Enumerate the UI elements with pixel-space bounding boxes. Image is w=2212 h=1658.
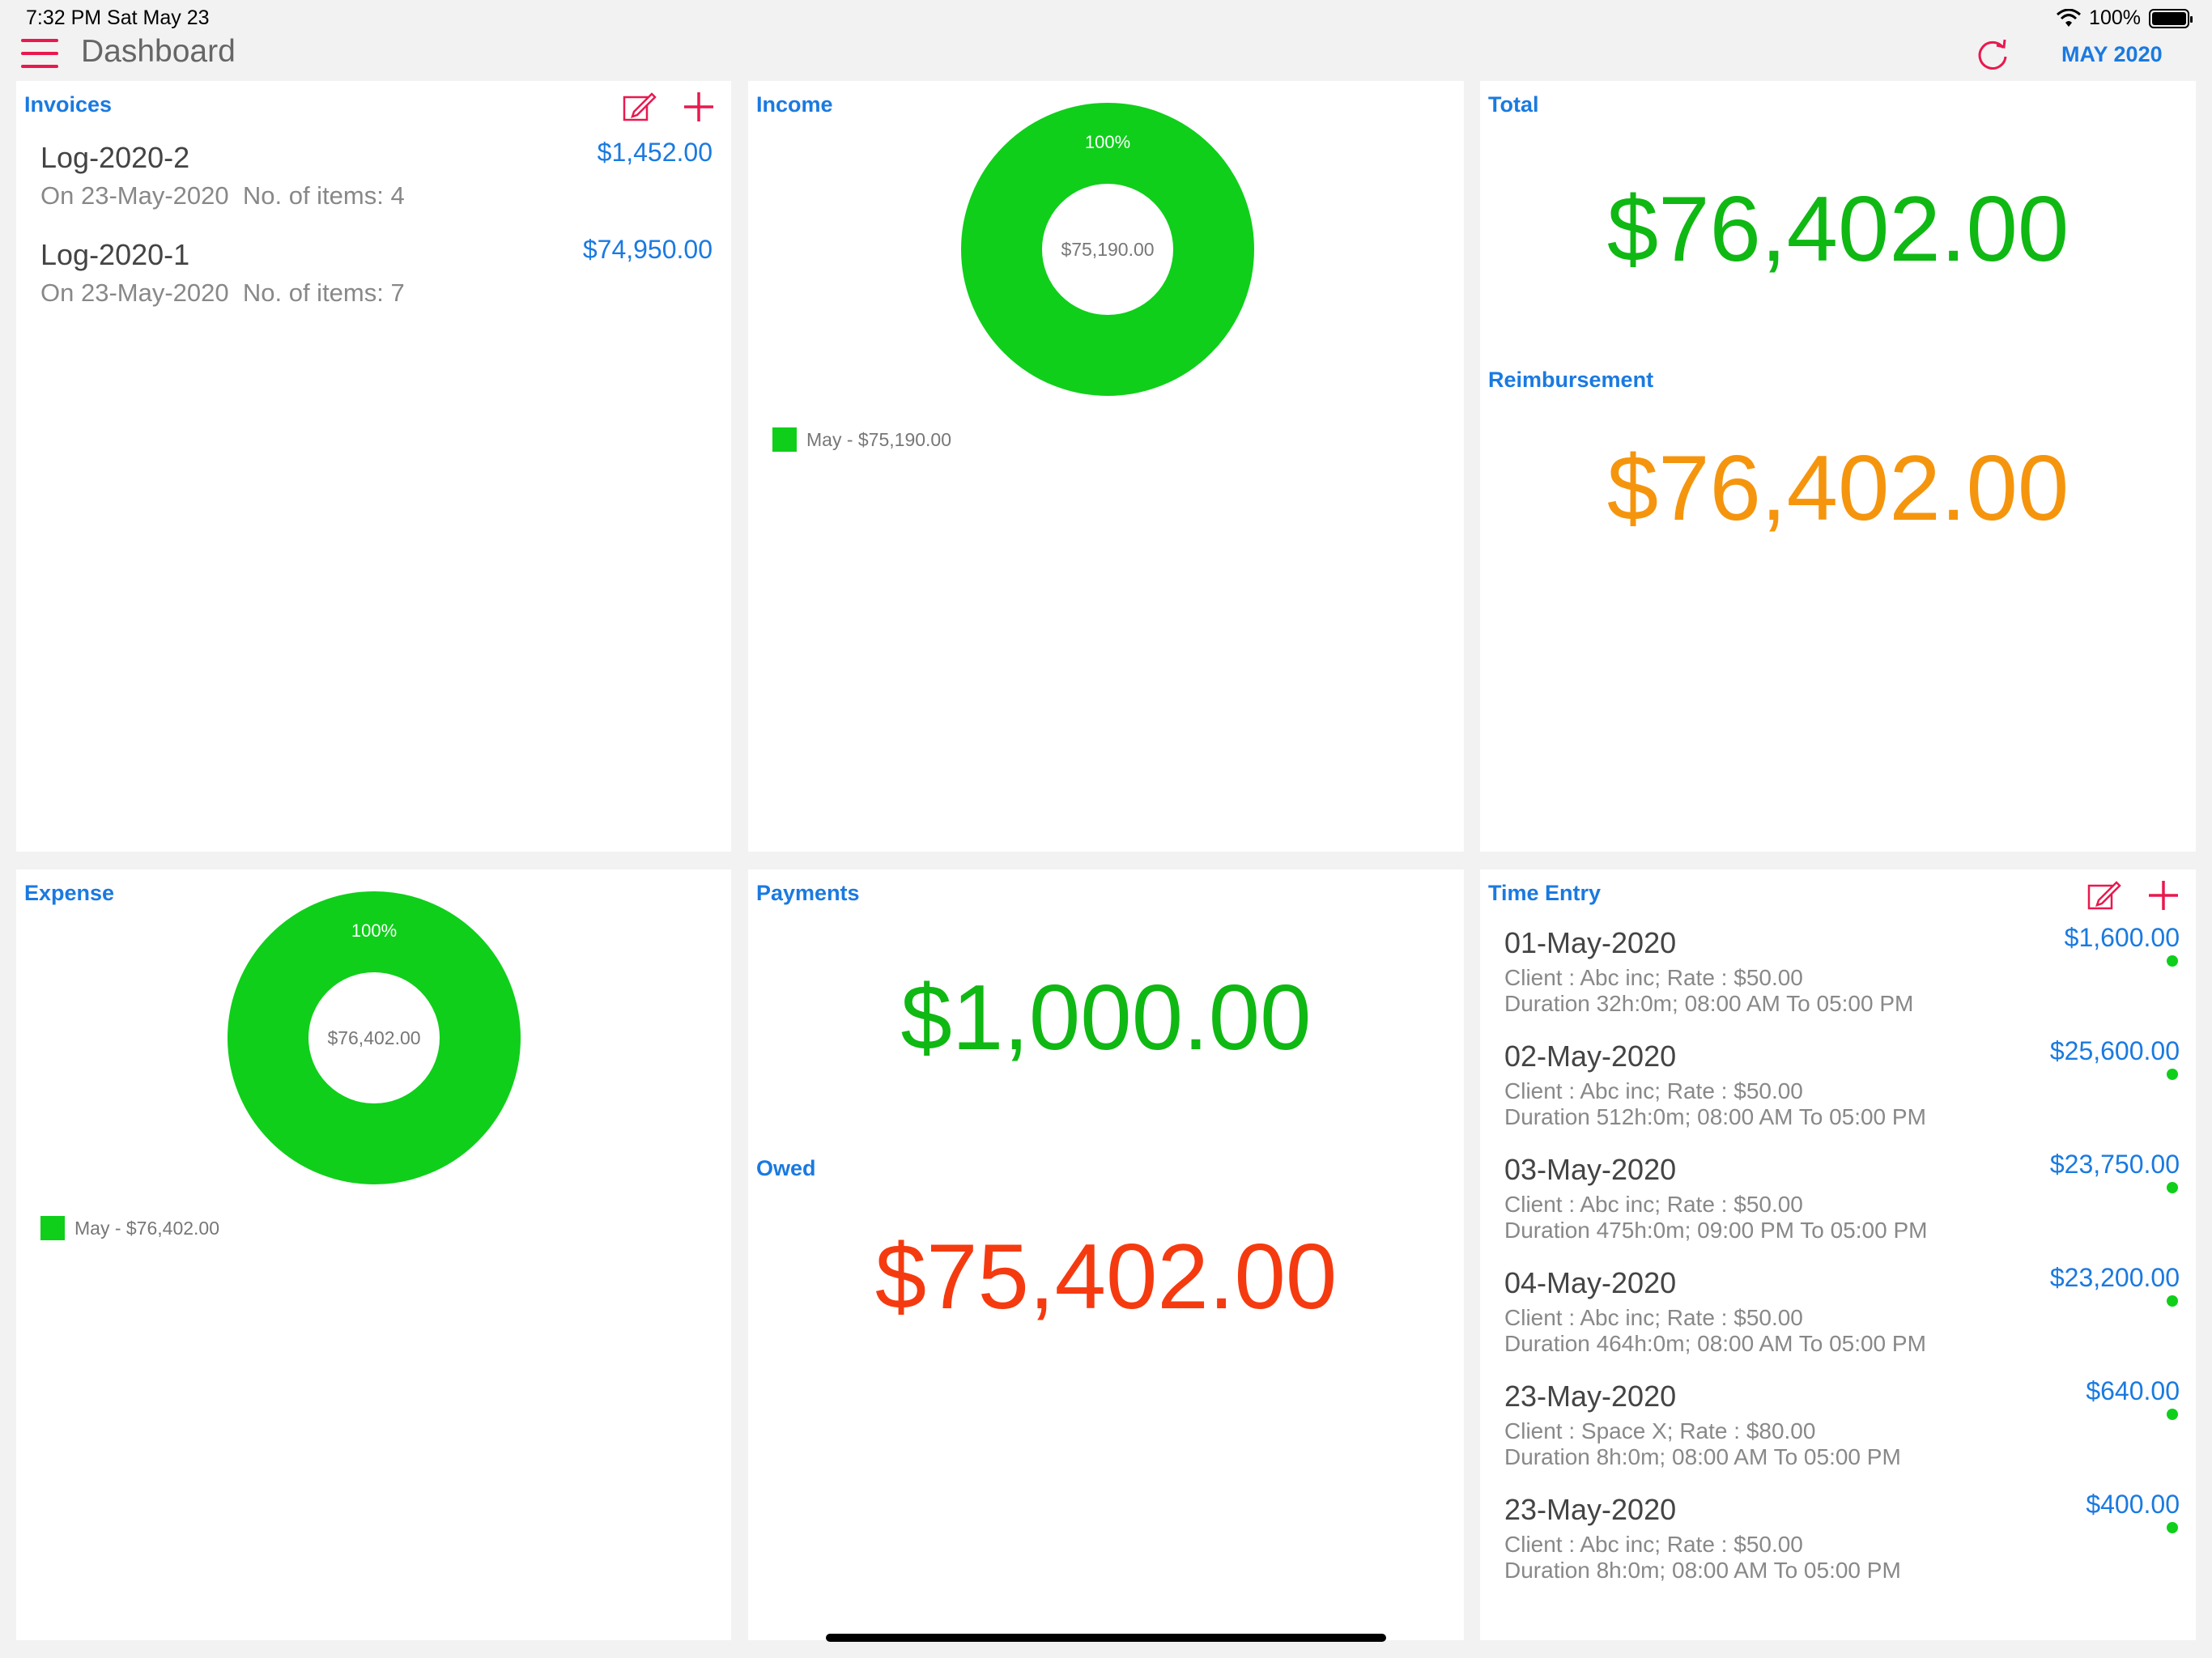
time-entry-date: 23-May-2020 (1504, 1380, 1677, 1413)
expense-donut-chart: 100% $76,402.00 (228, 891, 521, 1184)
edit-icon[interactable] (2086, 878, 2121, 913)
invoices-actions (621, 89, 717, 125)
page-title: Dashboard (81, 34, 236, 69)
payments-title: Payments (756, 881, 860, 905)
payments-panel: Payments $1,000.00 Owed $75,402.00 (748, 869, 1464, 1640)
battery-percent: 100% (2089, 6, 2141, 29)
status-dot (2167, 1295, 2178, 1307)
invoices-panel: Invoices Log-2020-2 On 23-May-2020 No. o… (16, 81, 731, 852)
income-center-label: $75,190.00 (1061, 239, 1154, 260)
time-entry-duration: Duration 8h:0m; 08:00 AM To 05:00 PM (1504, 1444, 1901, 1469)
payments-value: $1,000.00 (900, 967, 1312, 1069)
status-dot (2167, 1069, 2178, 1080)
owed-title: Owed (756, 1156, 816, 1180)
add-icon[interactable] (2146, 878, 2181, 913)
time-entry-amount: $400.00 (2086, 1490, 2180, 1519)
invoice-details: On 23-May-2020 No. of items: 4 (40, 181, 713, 210)
expense-percent-label: 100% (351, 920, 397, 941)
time-entry-duration: Duration 464h:0m; 08:00 AM To 05:00 PM (1504, 1331, 1926, 1356)
expense-center-label: $76,402.00 (327, 1027, 420, 1048)
time-entry-amount: $23,200.00 (2049, 1263, 2180, 1292)
invoice-count: No. of items: 4 (242, 181, 405, 210)
time-entry-item[interactable]: 23-May-2020 Client : Space X; Rate : $80… (1504, 1376, 2180, 1470)
menu-icon[interactable] (21, 39, 58, 68)
navigation-bar: Dashboard MAY 2020 (0, 31, 2212, 78)
edit-icon[interactable] (621, 89, 657, 125)
status-dot (2167, 1182, 2178, 1193)
expense-legend-label: May - $76,402.00 (74, 1217, 220, 1239)
status-dot (2167, 1409, 2178, 1420)
invoice-item[interactable]: Log-2020-1 On 23-May-2020 No. of items: … (40, 235, 713, 308)
time-entry-amount: $23,750.00 (2049, 1150, 2180, 1179)
total-title: Total (1488, 92, 1539, 117)
time-entry-duration: Duration 512h:0m; 08:00 AM To 05:00 PM (1504, 1104, 1926, 1129)
expense-title: Expense (24, 881, 115, 905)
reimbursement-title: Reimbursement (1488, 368, 1654, 392)
income-legend-label: May - $75,190.00 (806, 428, 952, 450)
time-entry-client: Client : Abc inc; Rate : $50.00 (1504, 1532, 1803, 1557)
invoice-amount: $74,950.00 (582, 235, 713, 264)
time-entry-duration: Duration 475h:0m; 09:00 PM To 05:00 PM (1504, 1218, 1928, 1243)
time-entry-client: Client : Space X; Rate : $80.00 (1504, 1418, 1816, 1443)
expense-panel: Expense 100% $76,402.00 May - $76,402.00 (16, 869, 731, 1640)
home-indicator[interactable] (826, 1634, 1386, 1642)
time-entry-panel: Time Entry 01-May-2020 Client : Abc inc;… (1480, 869, 2196, 1640)
time-entry-item[interactable]: 04-May-2020 Client : Abc inc; Rate : $50… (1504, 1263, 2180, 1357)
time-entry-item[interactable]: 23-May-2020 Client : Abc inc; Rate : $50… (1504, 1490, 2180, 1584)
status-dot (2167, 1522, 2178, 1533)
time-entry-title: Time Entry (1488, 881, 1602, 905)
status-icons: 100% (2057, 6, 2193, 30)
totals-panel: Total $76,402.00 Reimbursement $76,402.0… (1480, 81, 2196, 852)
battery-icon (2149, 8, 2193, 28)
income-donut-chart: 100% $75,190.00 (961, 103, 1254, 396)
income-panel: Income 100% $75,190.00 May - $75,190.00 (748, 81, 1464, 852)
status-time: 7:32 PM Sat May 23 (26, 6, 210, 29)
time-entry-date: 23-May-2020 (1504, 1493, 1677, 1526)
time-entry-client: Client : Abc inc; Rate : $50.00 (1504, 965, 1803, 990)
legend-swatch (40, 1216, 65, 1240)
status-dot (2167, 955, 2178, 967)
refresh-icon[interactable] (1972, 34, 2013, 74)
time-entry-amount: $25,600.00 (2049, 1036, 2180, 1065)
invoice-count: No. of items: 7 (242, 278, 405, 307)
invoices-title: Invoices (24, 92, 113, 117)
time-entry-client: Client : Abc inc; Rate : $50.00 (1504, 1078, 1803, 1103)
legend-swatch (772, 427, 797, 452)
time-entry-item[interactable]: 02-May-2020 Client : Abc inc; Rate : $50… (1504, 1036, 2180, 1130)
period-selector[interactable]: MAY 2020 (2061, 42, 2163, 67)
income-title: Income (756, 92, 833, 117)
invoice-details: On 23-May-2020 No. of items: 7 (40, 278, 713, 308)
time-entry-actions (2086, 878, 2181, 913)
wifi-icon (2057, 8, 2082, 27)
invoice-amount: $1,452.00 (597, 138, 713, 167)
total-value: $76,402.00 (1606, 178, 2069, 281)
time-entry-amount: $640.00 (2086, 1376, 2180, 1405)
owed-value: $75,402.00 (874, 1226, 1338, 1329)
invoice-date: On 23-May-2020 (40, 181, 229, 210)
expense-legend: May - $76,402.00 (40, 1216, 219, 1240)
time-entry-duration: Duration 8h:0m; 08:00 AM To 05:00 PM (1504, 1558, 1901, 1583)
time-entry-amount: $1,600.00 (2064, 923, 2180, 952)
time-entry-client: Client : Abc inc; Rate : $50.00 (1504, 1192, 1803, 1217)
income-percent-label: 100% (1085, 132, 1130, 152)
time-entry-client: Client : Abc inc; Rate : $50.00 (1504, 1305, 1803, 1330)
reimbursement-value: $76,402.00 (1606, 437, 2069, 540)
time-entry-item[interactable]: 01-May-2020 Client : Abc inc; Rate : $50… (1504, 923, 2180, 1017)
invoice-item[interactable]: Log-2020-2 On 23-May-2020 No. of items: … (40, 138, 713, 210)
add-icon[interactable] (681, 89, 717, 125)
time-entry-item[interactable]: 03-May-2020 Client : Abc inc; Rate : $50… (1504, 1150, 2180, 1244)
time-entry-duration: Duration 32h:0m; 08:00 AM To 05:00 PM (1504, 991, 1914, 1016)
income-legend: May - $75,190.00 (772, 427, 951, 452)
invoice-date: On 23-May-2020 (40, 278, 229, 307)
